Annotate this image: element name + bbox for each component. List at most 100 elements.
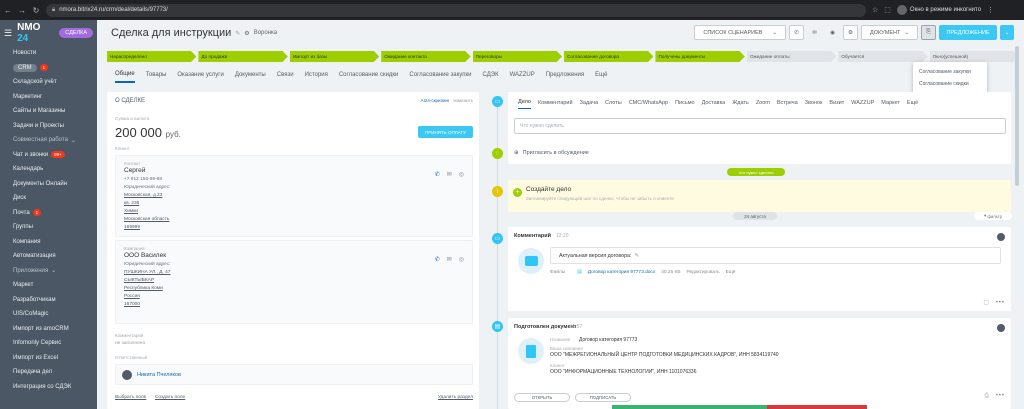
open-button[interactable]: ОТКРЫТЬ (514, 393, 570, 402)
sidebar-item[interactable]: Совместная работа ⌄ (0, 133, 97, 148)
logo[interactable]: NMO 24 (17, 22, 54, 44)
activity-input[interactable]: Что нужно сделать (514, 118, 1006, 134)
activity-tab[interactable]: Маркет (881, 100, 900, 109)
sidebar-item[interactable]: Группы (0, 220, 97, 235)
more-icon[interactable]: ••• (996, 393, 1005, 399)
activity-tab[interactable]: Ждать (732, 100, 749, 109)
sidebar-item[interactable]: Сайты и Магазины (0, 104, 97, 119)
file-link[interactable]: Договор категория 97773.docx (588, 270, 655, 275)
tab[interactable]: Оказание услуги (177, 72, 223, 82)
funnel-icon[interactable]: ⚙ (244, 30, 249, 37)
stage-item[interactable]: Ожидание контакта (381, 51, 471, 62)
create-activity-card[interactable]: + Создайте дело Запланируйте следующий ш… (508, 180, 1011, 212)
stage-item[interactable]: Импорт из базы (289, 51, 380, 62)
sidebar-item[interactable]: Передача дел (0, 365, 97, 380)
tab[interactable]: Согласование скидки (339, 72, 399, 82)
tab[interactable]: СДЭК (483, 72, 499, 82)
tab[interactable]: Общие (115, 71, 135, 83)
sidebar-item[interactable]: Импорт из Excel (0, 351, 97, 366)
activity-tab[interactable]: Встреча (777, 100, 798, 109)
chat-icon[interactable]: ▢ (983, 299, 989, 306)
sidebar-item[interactable]: Диск (0, 191, 97, 206)
activity-tab[interactable]: Слоты (605, 100, 622, 109)
sidebar-item[interactable]: Интеграция со СДЭК (0, 380, 97, 395)
sidebar-item[interactable]: Документы Онлайн (0, 177, 97, 192)
star-icon[interactable]: ☆ (872, 6, 878, 14)
dropdown-item-purchase[interactable]: Согласование закупки (913, 66, 987, 78)
tab[interactable]: Предложения (546, 72, 584, 82)
activity-tab[interactable]: Ещё (907, 100, 918, 109)
delete-section-link[interactable]: Удалить раздел (438, 395, 473, 400)
stage-item[interactable]: Получены документы (655, 51, 745, 62)
scenarios-button[interactable]: СПИСОК СЦЕНАРИЕВ ⌄ (694, 25, 787, 40)
tab[interactable]: Согласование закупки (409, 72, 471, 82)
tab[interactable]: Ещё (595, 72, 607, 82)
tab[interactable]: История (305, 72, 328, 82)
menu-burger-icon[interactable]: ☰ (4, 28, 12, 39)
edit-link[interactable]: Редактировать (687, 270, 720, 275)
sidebar-item[interactable]: Импорт из amoCRM (0, 322, 97, 337)
stage-item[interactable]: Нераспределено (107, 51, 197, 62)
sidebar-item[interactable]: Компания (0, 235, 97, 250)
reload-icon[interactable]: ↻ (32, 6, 40, 15)
more-icon[interactable]: ••• (996, 300, 1005, 306)
sidebar-item[interactable]: Маркет (0, 278, 97, 293)
sign-button[interactable]: ПОДПИСАТЬ (575, 393, 631, 402)
activity-tab[interactable]: Дело (518, 99, 531, 109)
plus-icon[interactable]: + (513, 188, 522, 197)
sidebar-item[interactable]: Складской учёт (0, 75, 97, 90)
dropdown-item-discount[interactable]: Согласование скидки (913, 78, 987, 90)
select-field-link[interactable]: Выбрать поле (115, 395, 146, 400)
file-more-link[interactable]: Ещё (726, 270, 736, 275)
scrollbar[interactable] (1015, 46, 1019, 186)
phone-icon[interactable]: ✆ (435, 171, 440, 178)
sidebar-item[interactable]: Приложения ⌄ (0, 264, 97, 279)
mail-icon[interactable]: ✉ (447, 171, 452, 178)
incognito-indicator[interactable]: Окно в режиме инкогнито (896, 5, 981, 15)
activity-tab[interactable]: СМС/WhatsApp (629, 100, 668, 109)
print-icon[interactable]: ⎙ (984, 393, 989, 400)
activity-tab[interactable]: Задача (580, 100, 598, 109)
company-name[interactable]: ООО Василек (124, 252, 464, 259)
sidebar-item[interactable]: Чат и звонки 99+ (0, 148, 97, 163)
extensions-icon[interactable]: ⬚ (884, 6, 891, 14)
stage-item[interactable]: До продажи (198, 51, 288, 62)
stage-item[interactable]: Согласование договора (564, 51, 654, 62)
deal-chip[interactable]: СДЕЛКА (59, 28, 93, 38)
sidebar-item[interactable]: UIS/CoMagic (0, 307, 97, 322)
stage-item[interactable]: Ожидание оплаты (746, 51, 837, 62)
approvals-button[interactable]: ⎘ (921, 25, 936, 40)
filter-button[interactable]: ▾ фильтр (974, 212, 1012, 220)
stage-item[interactable]: Окно(успешной) (929, 51, 1020, 62)
mail-icon[interactable]: ✉ (447, 256, 452, 263)
sidebar-item[interactable]: Почта 1 (0, 206, 97, 221)
menu-icon[interactable]: ⋮ (987, 6, 994, 14)
primary-dropdown-button[interactable]: ⌄ (1000, 25, 1014, 40)
pencil-icon[interactable]: ✎ (634, 253, 638, 259)
sidebar-item[interactable]: CRM 1 (0, 61, 97, 76)
chat-icon[interactable]: ◎ (459, 171, 464, 178)
sidebar-item[interactable]: Задачи и Проекты (0, 119, 97, 134)
responsible-name[interactable]: Никита Пчеляков (137, 372, 181, 378)
stage-item[interactable]: Переговоры (472, 51, 563, 62)
sidebar-item[interactable]: Разработчикам (0, 293, 97, 308)
tab[interactable]: Документы (235, 72, 266, 82)
invite-bar[interactable]: ⊕ Пригласить в обсуждение (508, 145, 1011, 160)
activity-tab[interactable]: Звонок (805, 100, 823, 109)
activity-tab[interactable]: Комментарий (538, 100, 573, 109)
activity-tab[interactable]: Письмо (675, 100, 694, 109)
forward-icon[interactable]: → (18, 6, 26, 15)
change-link[interactable]: изменить (453, 98, 473, 103)
contact-phone[interactable]: +7 912 156-99-88 (124, 176, 464, 184)
sidebar-item[interactable]: Новости (0, 46, 97, 61)
sidebar-item[interactable]: Маркетинг (0, 90, 97, 105)
sidebar-item[interactable]: Календарь (0, 162, 97, 177)
primary-button[interactable]: ПРЕДЛОЖЕНИЕ (939, 25, 997, 40)
edit-title-icon[interactable]: ✎ (235, 30, 240, 37)
address-bar[interactable]: 🔒︎ nmora.bitrix24.ru/crm/deal/details/97… (46, 3, 866, 17)
mail-button[interactable]: ✉ (807, 25, 822, 40)
chat-icon[interactable]: ◎ (459, 256, 464, 263)
stage-item[interactable]: Обучается (838, 51, 928, 62)
create-field-link[interactable]: Создать поле (155, 395, 185, 400)
document-button[interactable]: ДОКУМЕНТ ⌄ (861, 25, 918, 40)
